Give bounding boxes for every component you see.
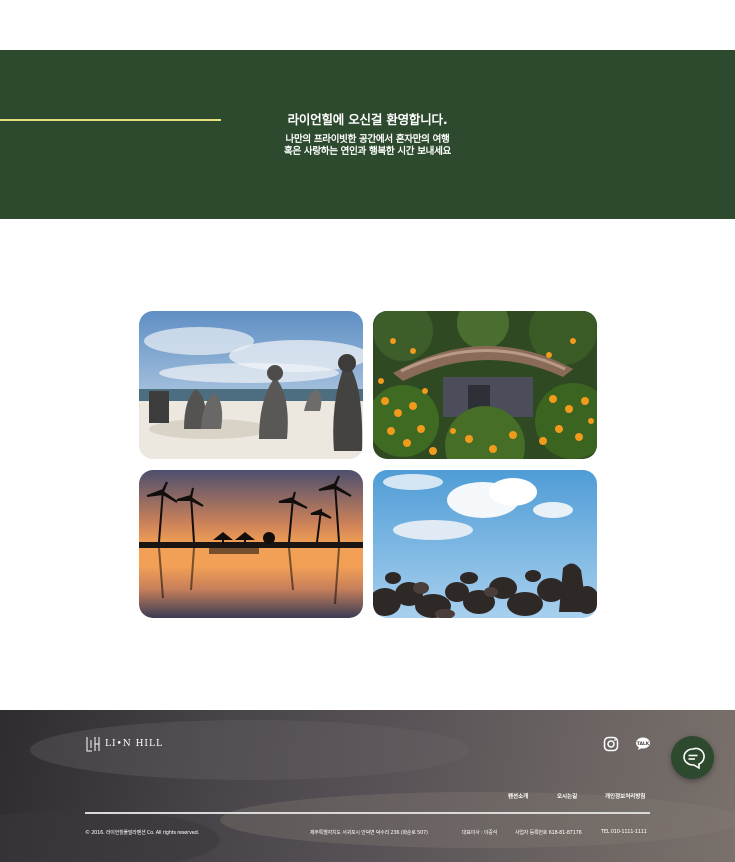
instagram-icon[interactable] (603, 736, 619, 752)
footer-link-pension-intro[interactable]: 펜션소개 (508, 792, 528, 800)
footer-background (0, 720, 735, 862)
gallery-photo-volcanic-rocks (373, 470, 597, 618)
business-number-text: 사업자 등록번호 618-81-87176 (515, 830, 582, 836)
gallery-photo-thatched-house (373, 311, 597, 459)
site-footer: LI•N HILL TALK 펜션소개 오시는길 개인정보처리방침 © 2016… (0, 710, 735, 862)
welcome-subtitle-line-2: 혹은 사랑하는 연인과 행복한 시간 보내세요 (284, 146, 451, 157)
brand-logo[interactable]: LI•N HILL (85, 736, 163, 752)
welcome-banner: 라이언힐에 오신걸 환영합니다. 나만의 프라이빗한 공간에서 혼자만의 여행 … (0, 50, 735, 219)
chat-bubble-icon (682, 747, 705, 769)
footer-link-privacy-policy[interactable]: 개인정보처리방침 (605, 792, 645, 800)
welcome-subtitle: 나만의 프라이빗한 공간에서 혼자만의 여행 혹은 사랑하는 연인과 행복한 시… (220, 134, 515, 158)
svg-text:TALK: TALK (637, 741, 650, 747)
address-text: 제주특별자치도 서귀포시 안덕면 덕수리 236 (화순로 507) (310, 830, 428, 836)
phone-text: TEL 010-1111-1111 (601, 829, 647, 835)
gallery-photo-stone-statues (139, 311, 363, 459)
chat-button[interactable] (671, 736, 714, 779)
ceo-text: 대표이사 : 이중석 (462, 830, 498, 836)
photo-gallery (139, 311, 597, 618)
welcome-title: 라이언힐에 오신걸 환영합니다. (287, 112, 448, 127)
footer-divider (85, 812, 650, 814)
copyright-text: © 2016. 라이언힐풀빌라펜션 Co. All rights reserve… (85, 830, 200, 836)
gallery-photo-sunset-palms (139, 470, 363, 618)
welcome-subtitle-line-1: 나만의 프라이빗한 공간에서 혼자만의 여행 (285, 134, 450, 145)
logo-mark-icon (86, 737, 100, 752)
footer-link-directions[interactable]: 오시는길 (557, 792, 577, 800)
accent-line (0, 119, 221, 121)
kakao-talk-icon[interactable]: TALK (635, 736, 651, 752)
page: 라이언힐에 오신걸 환영합니다. 나만의 프라이빗한 공간에서 혼자만의 여행 … (0, 0, 735, 862)
logo-text: LI•N HILL (105, 739, 163, 749)
